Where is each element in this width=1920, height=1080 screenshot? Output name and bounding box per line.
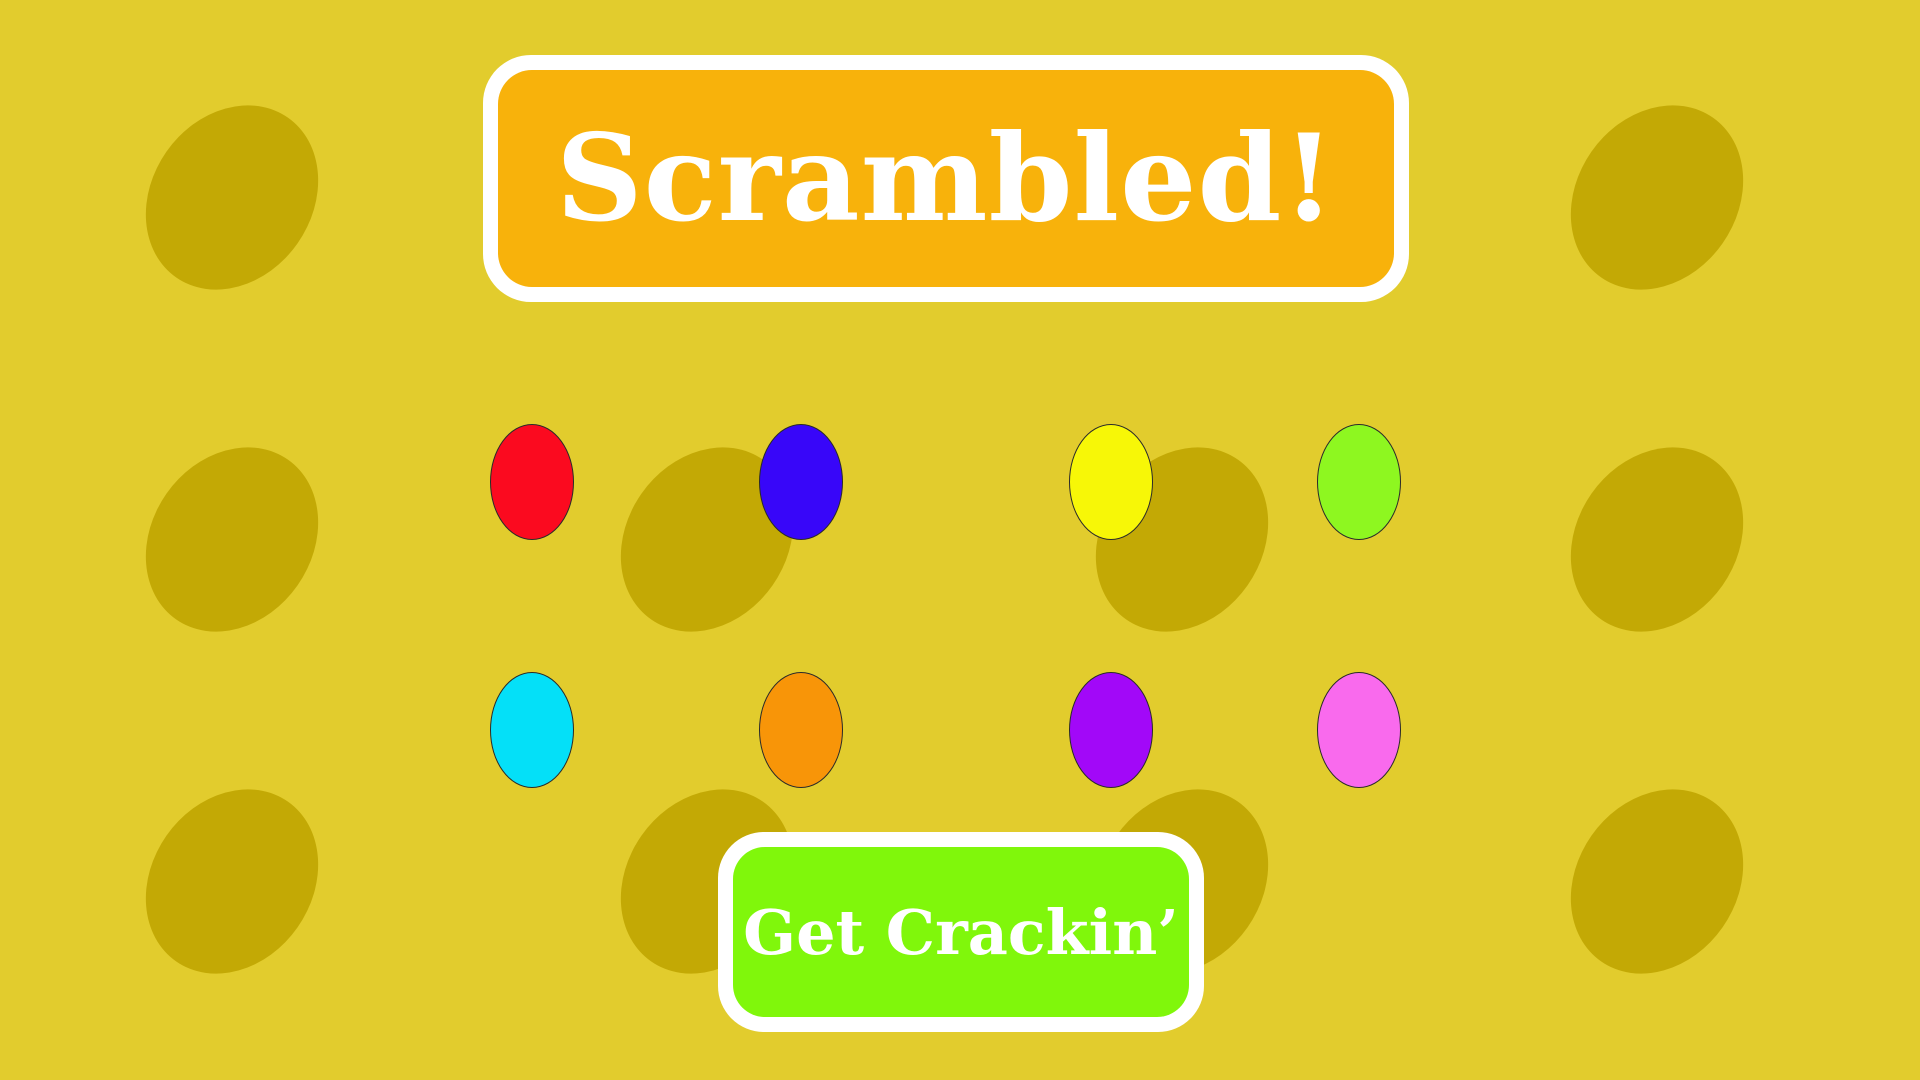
egg-blue[interactable]: [759, 424, 843, 540]
background-egg-icon: [1535, 71, 1779, 324]
title-panel: Scrambled!: [483, 55, 1409, 302]
get-crackin-label: Get Crackin’: [743, 895, 1179, 969]
get-crackin-button[interactable]: Get Crackin’: [718, 832, 1204, 1032]
background-egg-icon: [1535, 413, 1779, 666]
egg-red[interactable]: [490, 424, 574, 540]
egg-purple[interactable]: [1069, 672, 1153, 788]
game-title: Scrambled!: [555, 108, 1337, 249]
background-egg-icon: [110, 755, 354, 1008]
get-crackin-button-inner[interactable]: Get Crackin’: [733, 847, 1189, 1017]
background-egg-icon: [110, 413, 354, 666]
background-egg-icon: [110, 71, 354, 324]
egg-orange[interactable]: [759, 672, 843, 788]
title-panel-inner: Scrambled!: [498, 70, 1394, 287]
egg-pink[interactable]: [1317, 672, 1401, 788]
egg-yellow[interactable]: [1069, 424, 1153, 540]
egg-lime[interactable]: [1317, 424, 1401, 540]
background-egg-icon: [1535, 755, 1779, 1008]
egg-cyan[interactable]: [490, 672, 574, 788]
